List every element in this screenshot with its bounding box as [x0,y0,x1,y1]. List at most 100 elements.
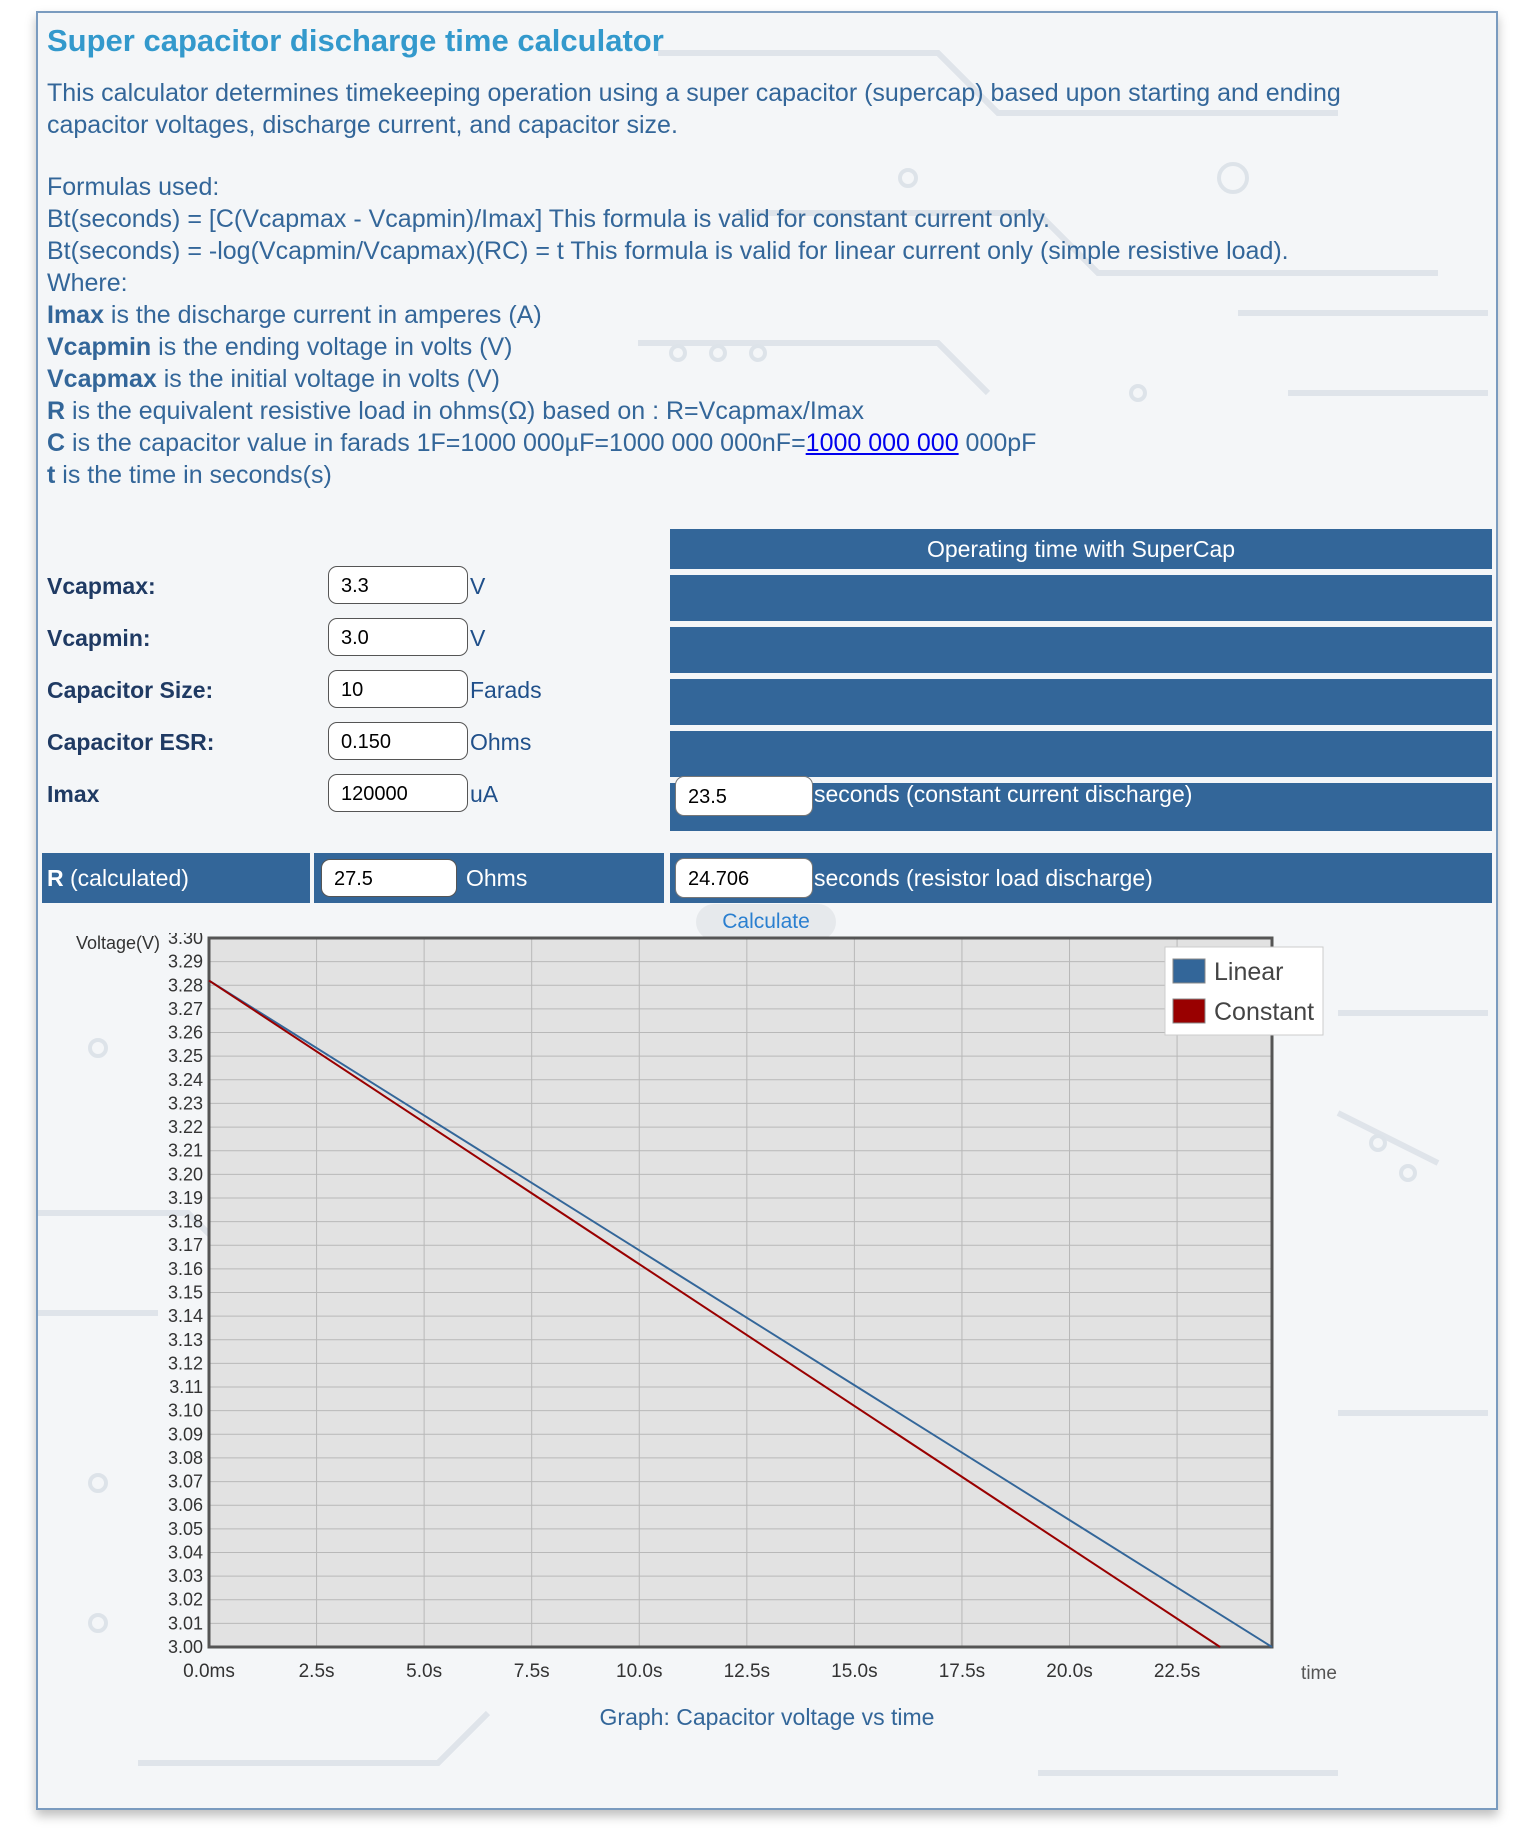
y-tick-label: 3.29 [168,952,203,972]
content: Super capacitor discharge time calculato… [38,13,1496,1808]
y-tick-label: 3.30 [168,933,203,948]
y-tick-label: 3.08 [168,1448,203,1468]
y-tick-label: 3.19 [168,1188,203,1208]
def-imax: Imax is the discharge current in amperes… [47,299,1467,331]
y-tick-label: 3.22 [168,1117,203,1137]
esr-unit: Ohms [470,729,532,755]
x-tick-label: 10.0s [616,1661,662,1682]
y-tick-label: 3.10 [168,1401,203,1421]
description: This calculator determines timekeeping o… [47,79,1341,139]
vcapmax-input[interactable]: 3.3 [328,566,468,604]
y-tick-label: 3.03 [168,1566,203,1586]
y-tick-label: 3.20 [168,1164,203,1184]
y-tick-label: 3.06 [168,1495,203,1515]
y-tick-label: 3.00 [168,1637,203,1657]
results-header: Operating time with SuperCap [670,529,1492,569]
def-text: 000pF [958,429,1037,457]
formula-linear: Bt(seconds) = -log(Vcapmin/Vcapmax)(RC) … [47,237,1289,265]
vcapmin-label: Vcapmin: [47,625,151,651]
calculator-panel: Super capacitor discharge time calculato… [36,11,1498,1810]
def-r: R is the equivalent resistive load in oh… [47,395,1467,427]
r-label: R (calculated) [47,865,189,892]
vcapmin-unit: V [470,625,486,651]
r-calculated-row: R (calculated) 27.5 Ohms 24.706 seconds … [38,853,1494,903]
y-tick-label: 3.21 [168,1141,203,1161]
r-label-bold: R [47,865,64,891]
capsize-label: Capacitor Size: [47,677,214,703]
r-input[interactable]: 27.5 [321,859,457,897]
where-label: Where: [47,269,128,297]
results-bar-3 [670,679,1492,725]
y-tick-label: 3.27 [168,999,203,1019]
y-tick-label: 3.18 [168,1212,203,1232]
x-tick-label: 5.0s [406,1661,442,1682]
legend-swatch-constant [1172,998,1206,1024]
y-tick-label: 3.13 [168,1330,203,1350]
constant-time-output[interactable]: 23.5 [675,776,813,816]
y-tick-label: 3.23 [168,1093,203,1113]
esr-input[interactable]: 0.150 [328,722,468,760]
def-c: C is the capacitor value in farads 1F=10… [47,427,1467,459]
vcapmax-unit: V [470,573,486,599]
capsize-unit: Farads [470,677,542,703]
y-tick-label: 3.12 [168,1353,203,1373]
def-term: C [47,429,66,457]
y-tick-label: 3.17 [168,1235,203,1255]
x-tick-label: 0.0ms [183,1661,235,1682]
chart-caption: Graph: Capacitor voltage vs time [600,1704,935,1730]
def-term: Vcapmax [47,365,157,393]
legend-label-linear: Linear [1214,958,1284,986]
y-tick-label: 3.11 [169,1377,203,1397]
imax-label: Imax [47,781,100,807]
vcapmin-input[interactable]: 3.0 [328,618,468,656]
r-label-rest: (calculated) [63,865,189,891]
def-t: t is the time in seconds(s) [47,459,1467,491]
results-bar-4 [670,731,1492,777]
vcapmax-label: Vcapmax: [47,573,156,599]
y-tick-label: 3.25 [168,1046,203,1066]
imax-input[interactable]: 120000 [328,774,468,812]
y-tick-label: 3.24 [168,1070,203,1090]
page-title: Super capacitor discharge time calculato… [47,23,664,58]
y-tick-label: 3.14 [168,1306,203,1326]
imax-unit: uA [470,781,499,807]
capsize-input[interactable]: 10 [328,670,468,708]
unit-link[interactable]: 1000 000 000 [806,429,959,457]
def-term: Imax [47,301,104,329]
def-text: is the initial voltage in volts (V) [156,365,500,393]
y-tick-label: 3.04 [168,1542,203,1562]
def-text: is the time in seconds(s) [55,461,332,489]
x-axis-label: time [1301,1663,1337,1684]
y-tick-label: 3.28 [168,975,203,995]
def-term: Vcapmin [47,333,152,361]
x-tick-label: 22.5s [1154,1661,1200,1682]
y-tick-label: 3.15 [168,1283,203,1303]
y-tick-label: 3.02 [168,1590,203,1610]
y-axis-label: Voltage(V) [76,933,160,953]
results-bar-2 [670,627,1492,673]
def-term: R [47,397,66,425]
resistor-time-output[interactable]: 24.706 [675,858,813,898]
r-unit: Ohms [466,865,528,891]
x-tick-label: 20.0s [1046,1661,1092,1682]
x-tick-label: 12.5s [724,1661,770,1682]
y-tick-label: 3.26 [168,1023,203,1043]
esr-label: Capacitor ESR: [47,729,215,755]
x-tick-label: 7.5s [514,1661,550,1682]
formula-constant: Bt(seconds) = [C(Vcapmax - Vcapmin)/Imax… [47,205,1050,233]
y-tick-label: 3.09 [168,1424,203,1444]
y-tick-label: 3.16 [168,1259,203,1279]
y-tick-label: 3.05 [168,1519,203,1539]
formulas-heading: Formulas used: [47,173,220,201]
formulas-section: Formulas used: Bt(seconds) = [C(Vcapmax … [47,171,1467,491]
voltage-chart: 3.30 3.29 3.28 3.27 3.26 3.25 3.24 3.23 3.22 3.21… [76,933,1337,1730]
def-text: is the equivalent resistive load in ohms… [65,397,864,425]
x-tick-label: 2.5s [299,1661,335,1682]
resistor-time-label: seconds (resistor load discharge) [814,865,1153,891]
def-vcapmin: Vcapmin is the ending voltage in volts (… [47,331,1467,363]
def-text: is the capacitor value in farads 1F=1000… [65,429,806,457]
def-text: is the ending voltage in volts (V) [151,333,513,361]
legend-swatch-linear [1172,958,1206,984]
constant-time-label: seconds (constant current discharge) [814,781,1193,807]
y-tick-label: 3.07 [168,1472,203,1492]
